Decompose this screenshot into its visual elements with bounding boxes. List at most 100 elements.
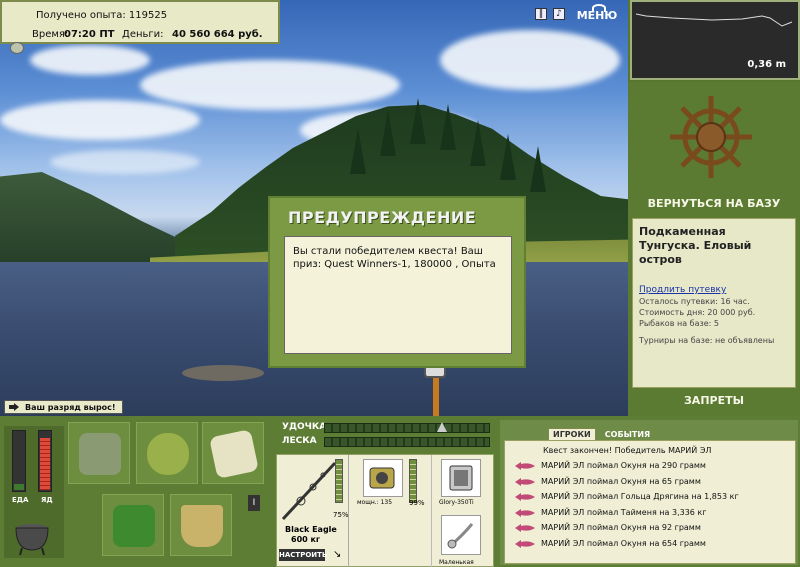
events-list: Квест закончен! Победитель МАРИЙ ЭЛ МАРИ… <box>504 440 796 564</box>
fish-icon <box>515 539 535 548</box>
setup-button[interactable]: НАСТРОИТЬ <box>279 549 327 561</box>
rod-condition-gauge <box>335 459 343 503</box>
rod-tension-label: УДОЧКА <box>282 422 327 432</box>
player-info-panel: Получено опыта: 119525 Время: 07:20 ПТ Д… <box>0 0 280 44</box>
food-basket-slot[interactable] <box>102 494 164 556</box>
line-tension-bar <box>324 437 490 447</box>
event-text: МАРИЙ ЭЛ поймал Гольца Дрягина на 1,853 … <box>541 492 739 501</box>
list-item: МАРИЙ ЭЛ поймал Окуня на 92 грамм <box>509 521 791 537</box>
return-to-base-button[interactable]: ВЕРНУТЬСЯ НА БАЗУ <box>628 197 800 210</box>
food-label: ЕДА <box>12 496 29 504</box>
rod-icon <box>281 461 337 521</box>
tab-events[interactable]: СОБЫТИЯ <box>601 429 654 440</box>
tension-panel: УДОЧКА ЛЕСКА <box>276 420 494 452</box>
tree <box>530 146 546 192</box>
rod-name: Black Eagle <box>285 525 337 534</box>
tackle-box-slot[interactable] <box>68 422 130 484</box>
tree <box>410 98 426 144</box>
sound-icon[interactable]: ♪ <box>553 8 565 20</box>
ship-wheel-icon[interactable] <box>668 94 754 180</box>
fish-icon <box>515 493 535 501</box>
cloud <box>50 150 200 174</box>
event-text: МАРИЙ ЭЛ поймал Тайменя на 3,336 кг <box>541 507 707 517</box>
line-spool-icon <box>449 465 473 491</box>
rod-tension-bar <box>324 422 490 433</box>
tree <box>350 128 366 174</box>
map-slot[interactable] <box>202 422 264 484</box>
list-item: МАРИЙ ЭЛ поймал Окуня на 654 грамм <box>509 537 791 553</box>
rock <box>182 365 264 381</box>
expand-arrow-icon[interactable]: ↘ <box>333 549 341 560</box>
tree <box>500 134 516 180</box>
tree <box>470 120 486 166</box>
poison-label: ЯД <box>41 496 53 504</box>
menu-button[interactable]: МЕНЮ <box>575 2 619 24</box>
list-item: МАРИЙ ЭЛ поймал Окуня на 65 грамм <box>509 475 791 491</box>
time-value: 07:20 ПТ <box>64 29 115 40</box>
poison-bar <box>38 430 52 492</box>
rod-weight: 600 кг <box>291 535 321 544</box>
time-label: Время: <box>32 29 69 40</box>
events-panel: ИГРОКИ СОБЫТИЯ Квест закончен! Победител… <box>500 420 798 565</box>
location-panel: ВЕРНУТЬСЯ НА БАЗУ Подкаменная Тунгуска. … <box>628 82 800 416</box>
food-basket-icon <box>113 505 155 547</box>
location-name: Подкаменная Тунгуска. Еловый остров <box>639 225 752 266</box>
mountain <box>0 172 190 262</box>
money-label: Деньги: <box>122 29 164 40</box>
hook-icon <box>447 523 474 549</box>
fish-icon <box>515 462 535 470</box>
fish-icon <box>515 508 535 517</box>
line-slot[interactable] <box>441 459 481 497</box>
day-cost: Стоимость дня: 20 000 руб. <box>639 308 756 317</box>
extend-trip-link[interactable]: Продлить путевку <box>639 285 789 295</box>
cloud <box>440 30 620 90</box>
event-text: МАРИЙ ЭЛ поймал Окуня на 92 грамм <box>541 523 701 532</box>
hook-slot[interactable] <box>441 515 481 555</box>
bait-bag-icon <box>147 433 189 475</box>
fish-icon <box>515 477 535 486</box>
cloud <box>0 100 200 140</box>
food-bar-fill <box>14 484 24 490</box>
reel-condition-gauge <box>409 459 417 503</box>
hook-name: Маленькая <box>439 559 474 566</box>
cooking-pot-icon[interactable] <box>10 516 54 556</box>
tournaments-status: Турниры на базе: не объявлены <box>639 336 775 345</box>
map-icon <box>209 429 259 479</box>
fish-icon <box>515 524 535 532</box>
rank-up-message[interactable]: Ваш разряд вырос! <box>4 400 123 414</box>
money-value: 40 560 664 руб. <box>172 29 263 40</box>
event-text: МАРИЙ ЭЛ поймал Окуня на 290 грамм <box>541 461 706 470</box>
experience-text: Получено опыта: 119525 <box>36 10 168 21</box>
inventory-page-button[interactable]: I <box>248 495 260 511</box>
fishers-count: Рыбаков на базе: 5 <box>639 319 719 328</box>
line-tension-label: ЛЕСКА <box>282 436 317 446</box>
list-item: МАРИЙ ЭЛ поймал Окуня на 290 грамм <box>509 459 791 475</box>
dialog-message: Вы стали победителем квеста! Ваш приз: Q… <box>284 236 512 354</box>
reel-condition: 99% <box>409 499 425 507</box>
game-screen: Получено опыта: 119525 Время: 07:20 ПТ Д… <box>0 0 800 567</box>
pause-icon[interactable]: ‖ <box>535 8 547 20</box>
rod-slot[interactable]: 75% Black Eagle 600 кг НАСТРОИТЬ ↘ <box>277 455 349 567</box>
tree <box>380 110 396 156</box>
reel-power: мощн.: 135 <box>357 499 393 506</box>
event-text: МАРИЙ ЭЛ поймал Окуня на 65 грамм <box>541 476 701 486</box>
bait-bag-slot[interactable] <box>136 422 198 484</box>
divider <box>431 455 432 567</box>
rod-tension-marker <box>437 422 447 432</box>
bucket-icon <box>181 505 223 547</box>
list-item: МАРИЙ ЭЛ поймал Гольца Дрягина на 1,853 … <box>509 490 791 506</box>
reel-slot[interactable] <box>363 459 403 497</box>
depth-meter: 0,36 m <box>630 0 800 80</box>
bans-button[interactable]: ЗАПРЕТЫ <box>628 394 800 407</box>
line-name: Glory-350Ti <box>439 499 474 506</box>
scene-home-icon[interactable] <box>10 42 24 54</box>
depth-value: 0,36 m <box>747 59 786 70</box>
list-item: МАРИЙ ЭЛ поймал Тайменя на 3,336 кг <box>509 506 791 522</box>
warning-dialog: ПРЕДУПРЕЖДЕНИЕ Вы стали победителем квес… <box>268 196 526 368</box>
dialog-title: ПРЕДУПРЕЖДЕНИЕ <box>288 208 477 227</box>
event-text: МАРИЙ ЭЛ поймал Окуня на 654 грамм <box>541 538 706 548</box>
rank-up-text: Ваш разряд вырос! <box>25 403 116 412</box>
quest-finished-message: Квест закончен! Победитель МАРИЙ ЭЛ <box>543 446 712 455</box>
bucket-slot[interactable] <box>170 494 232 556</box>
trip-remaining: Осталось путевки: 16 час. <box>639 297 750 306</box>
